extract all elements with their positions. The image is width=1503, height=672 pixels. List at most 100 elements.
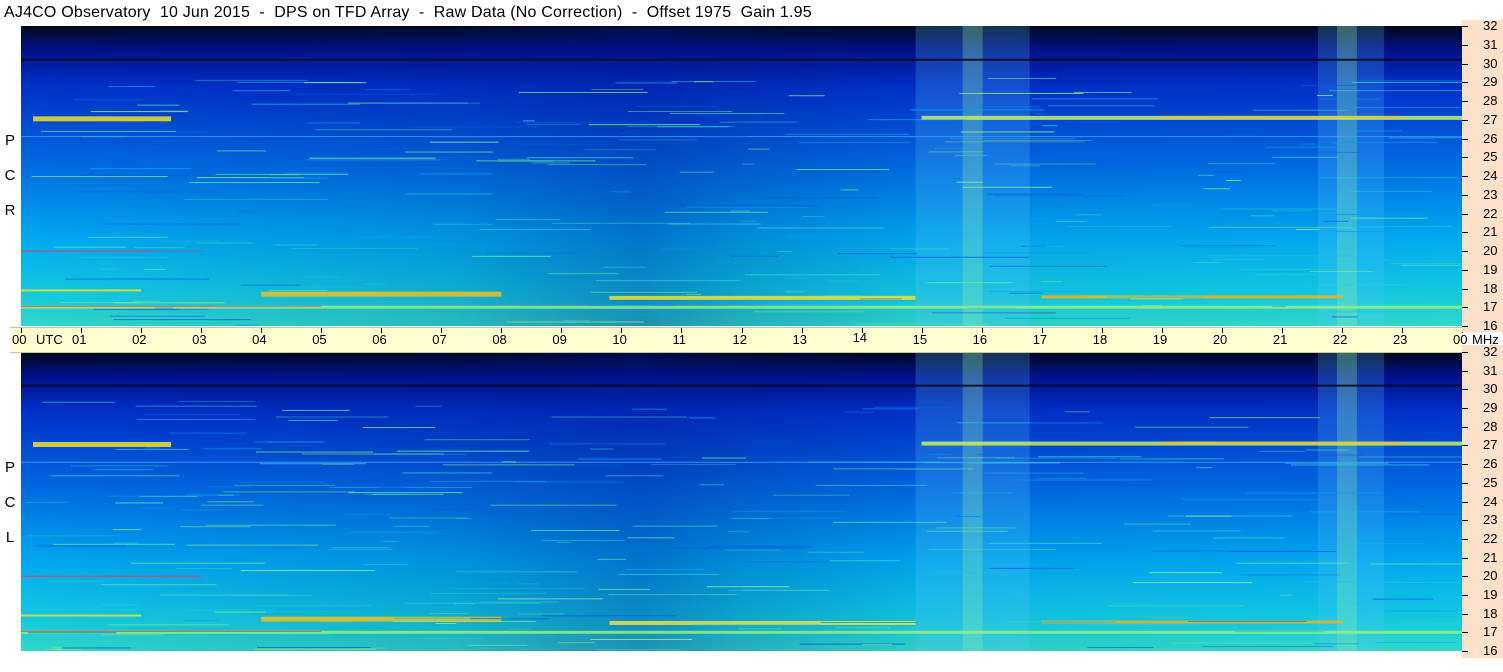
noise-streak	[975, 422, 1102, 424]
noise-streak	[1034, 113, 1047, 115]
noise-streak	[596, 649, 681, 651]
noise-streak	[855, 323, 990, 325]
noise-streak	[1028, 538, 1081, 540]
noise-streak	[1181, 498, 1320, 500]
noise-streak	[1193, 261, 1223, 263]
noise-streak	[331, 547, 388, 549]
noise-streak	[1188, 620, 1307, 622]
rcp-label: P C R	[2, 123, 18, 228]
noise-streak	[36, 545, 126, 547]
noise-streak	[144, 268, 167, 270]
noise-streak	[927, 572, 1007, 574]
noise-streak	[548, 273, 619, 275]
noise-streak	[410, 243, 457, 245]
noise-streak	[636, 106, 717, 108]
noise-streak	[1335, 543, 1425, 545]
noise-streak	[551, 416, 687, 418]
noise-streak	[232, 595, 312, 597]
noise-streak	[506, 321, 644, 323]
noise-streak	[269, 174, 300, 176]
time-axis: 00 01 02 03 04 05 06 07 08 09 10 11 12 13 14 15 16 17 18 19…	[10, 327, 1499, 353]
noise-streak	[378, 582, 511, 584]
noise-streak	[179, 400, 254, 402]
noise-streak	[455, 571, 578, 573]
noise-streak	[936, 457, 1016, 459]
noise-streak	[732, 511, 846, 513]
noise-streak	[987, 77, 1057, 79]
noise-streak	[693, 205, 820, 207]
freq-tick-mark	[1462, 501, 1468, 503]
noise-streak	[328, 125, 347, 127]
time-tick-mark	[441, 328, 443, 333]
noise-streak	[507, 628, 531, 630]
noise-streak	[179, 131, 206, 133]
noise-streak	[1385, 610, 1462, 612]
freq-tick-mark	[1462, 520, 1468, 522]
noise-streak	[154, 307, 174, 309]
noise-streak	[195, 242, 254, 244]
noise-streak	[104, 223, 242, 225]
noise-streak	[1234, 631, 1325, 633]
noise-streak	[134, 247, 186, 249]
freq-tick-mark	[1462, 44, 1468, 46]
noise-streak	[867, 119, 967, 121]
noise-streak	[989, 290, 1081, 292]
noise-streak	[397, 450, 529, 452]
noise-streak	[660, 637, 693, 639]
freq-tick-label: 16	[1483, 643, 1498, 658]
burst-core	[962, 352, 983, 651]
noise-streak	[731, 517, 770, 519]
noise-streak	[1322, 220, 1349, 222]
noise-streak	[1329, 230, 1462, 232]
noise-streak	[1088, 623, 1204, 625]
noise-streak	[745, 274, 881, 276]
noise-streak	[479, 601, 559, 603]
noise-streak	[989, 567, 1076, 569]
time-tick-mark	[21, 328, 22, 333]
noise-streak	[788, 95, 825, 97]
noise-streak	[183, 619, 220, 621]
noise-streak	[429, 592, 547, 594]
noise-streak	[402, 472, 492, 474]
noise-streak	[304, 82, 367, 84]
noise-streak	[217, 150, 267, 152]
time-tick-label: 19	[1152, 332, 1168, 347]
interference-band	[21, 614, 142, 617]
noise-streak	[526, 157, 633, 159]
noise-streak	[1258, 450, 1306, 452]
time-tick-mark	[921, 328, 923, 333]
time-tick-mark	[201, 328, 203, 333]
freq-tick-label: 31	[1483, 36, 1498, 52]
noise-streak	[1373, 259, 1462, 261]
noise-streak	[1135, 426, 1249, 428]
noise-streak	[329, 548, 393, 550]
time-tick-mark	[1161, 328, 1163, 333]
noise-streak	[201, 504, 264, 506]
time-tick-label: 13	[792, 332, 807, 347]
noise-streak	[199, 254, 247, 256]
noise-streak	[686, 294, 702, 296]
noise-streak	[255, 451, 373, 453]
noise-streak	[748, 148, 770, 150]
noise-streak	[862, 643, 893, 645]
noise-streak	[1010, 165, 1041, 167]
noise-streak	[657, 126, 729, 128]
noise-streak	[393, 621, 536, 623]
noise-streak	[620, 132, 642, 134]
noise-streak	[28, 632, 117, 634]
noise-streak	[1272, 156, 1339, 158]
noise-streak	[48, 580, 105, 582]
freq-tick-mark	[1462, 26, 1468, 27]
noise-streak	[192, 297, 233, 299]
freq-tick-label: 27	[1483, 111, 1498, 127]
noise-streak	[753, 311, 865, 313]
rcp-letter-r: P	[4, 132, 15, 149]
noise-streak	[90, 111, 188, 113]
time-tick-mark	[1281, 328, 1283, 333]
noise-streak	[590, 448, 614, 450]
noise-streak	[1390, 321, 1462, 323]
noise-streak	[1076, 214, 1102, 216]
noise-streak	[730, 210, 751, 212]
noise-streak	[837, 253, 918, 255]
noise-streak	[254, 648, 376, 650]
